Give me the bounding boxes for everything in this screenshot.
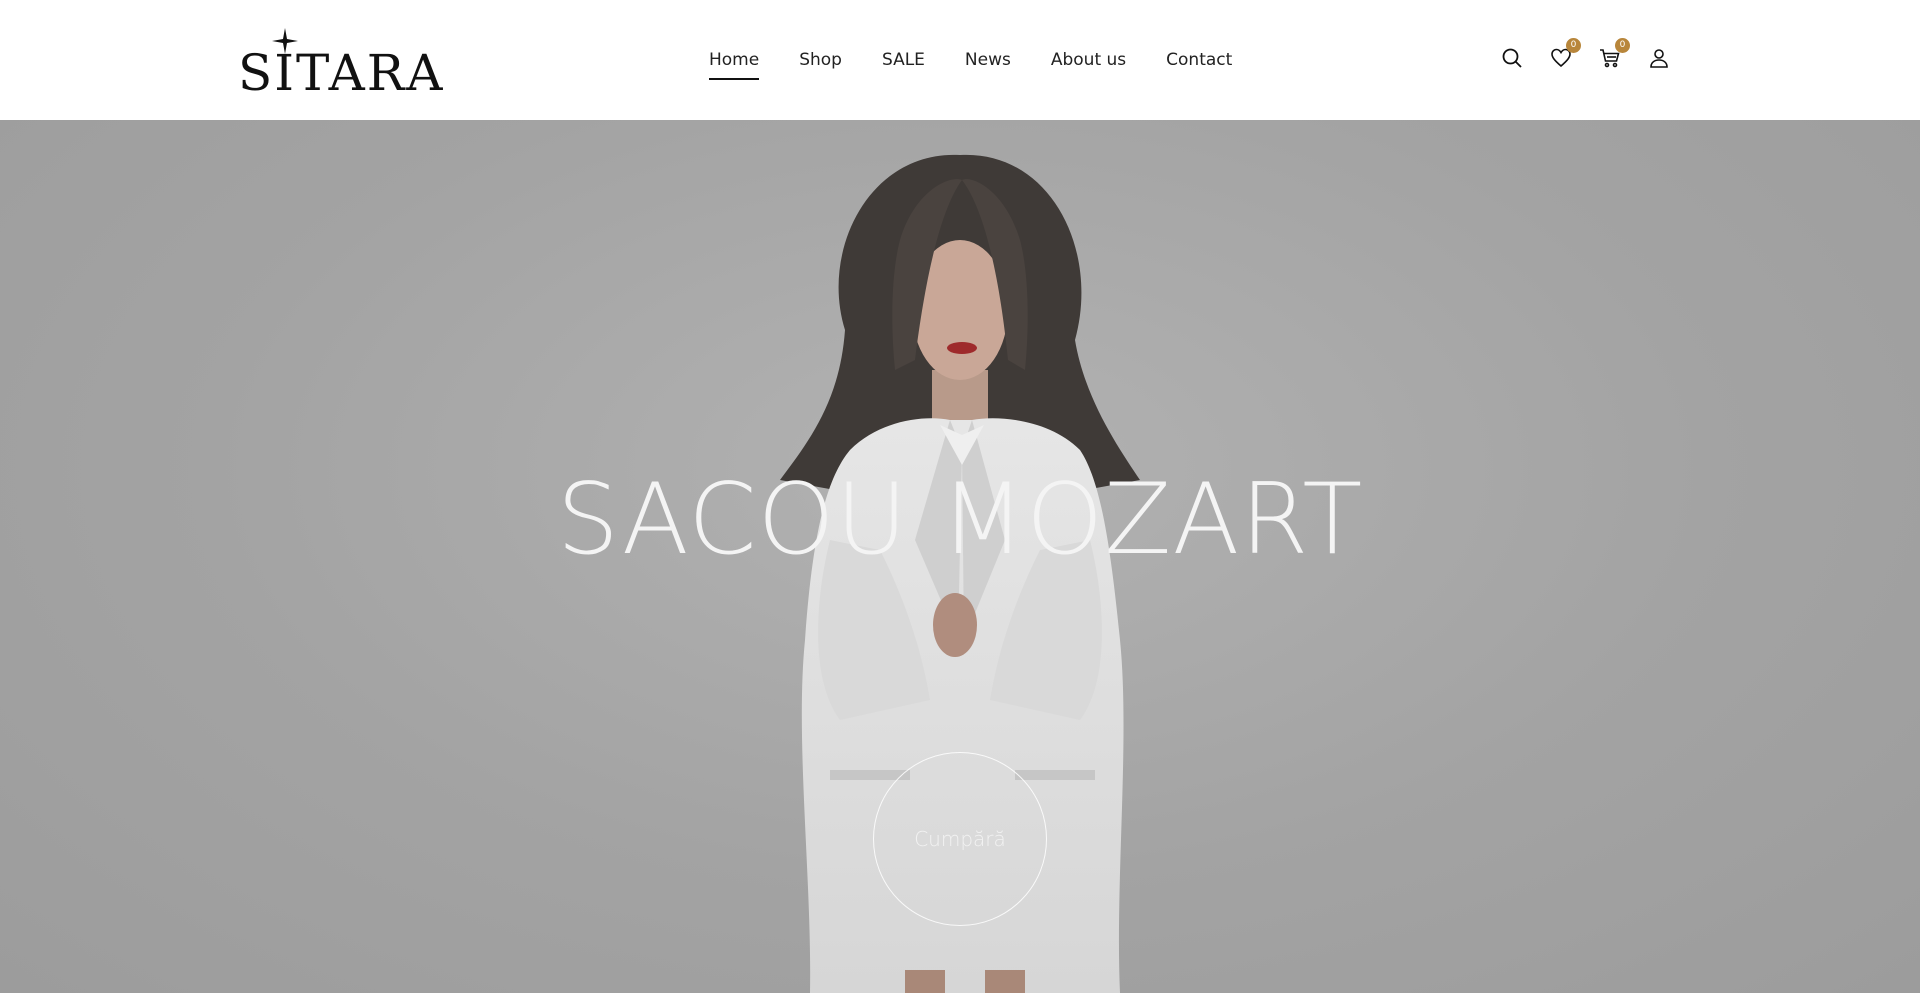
cart-button[interactable]: 0 [1598, 38, 1630, 70]
search-icon [1502, 48, 1522, 68]
site-header: SITARA Home Shop SALE News About us Cont… [0, 0, 1920, 120]
user-icon [1650, 49, 1668, 68]
hero-title: SACOU MOZART [556, 463, 1364, 577]
buy-button-label: Cumpără [914, 827, 1006, 851]
nav-item-about[interactable]: About us [1051, 49, 1126, 75]
nav-item-contact[interactable]: Contact [1166, 49, 1232, 75]
wishlist-button[interactable]: 0 [1549, 38, 1581, 70]
nav-item-news[interactable]: News [965, 49, 1011, 75]
nav-item-sale[interactable]: SALE [882, 49, 925, 75]
header-icons: 0 0 [1500, 38, 1671, 70]
brand-name: SITARA [238, 44, 445, 102]
main-nav: Home Shop SALE News About us Contact [709, 49, 1232, 80]
brand-logo[interactable]: SITARA [238, 28, 443, 98]
wishlist-count-badge: 0 [1566, 38, 1581, 53]
account-button[interactable] [1647, 46, 1671, 70]
nav-item-home[interactable]: Home [709, 49, 760, 80]
search-button[interactable] [1500, 46, 1524, 70]
buy-button[interactable]: Cumpără [873, 752, 1047, 926]
cart-count-badge: 0 [1615, 38, 1630, 53]
nav-item-shop[interactable]: Shop [799, 49, 842, 75]
hero-banner: SACOU MOZART Cumpără [0, 120, 1920, 993]
